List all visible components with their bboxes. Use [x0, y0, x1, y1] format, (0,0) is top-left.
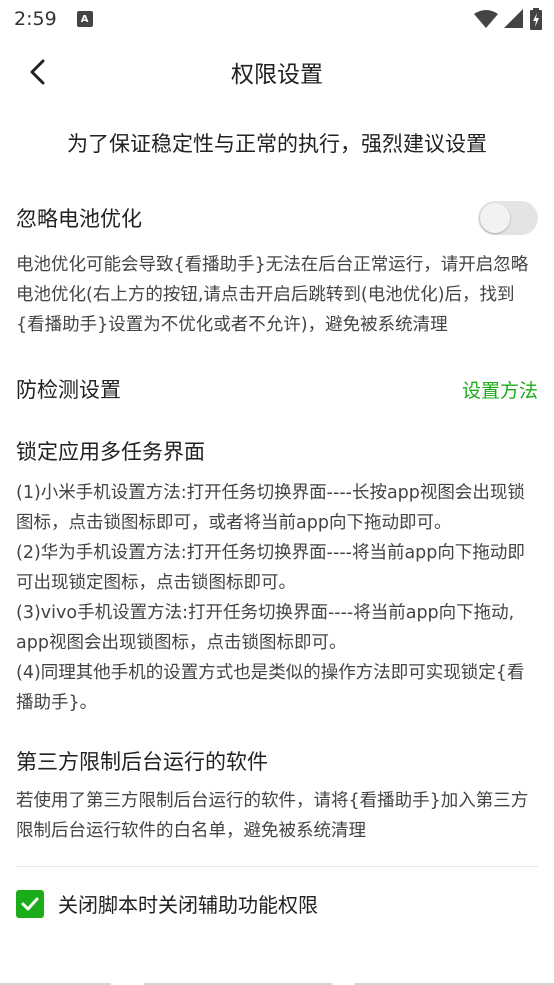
status-bar: 2:59 A — [0, 0, 554, 38]
lock-app-instructions: (1)小米手机设置方法:打开任务切换界面----长按app视图会出现锁图标，点击… — [16, 478, 538, 718]
lock-app-step: (2)华为手机设置方法:打开任务切换界面----将当前app向下拖动即可出现锁定… — [16, 543, 525, 593]
battery-optimization-description: 电池优化可能会导致{看播助手}无法在后台正常运行，请开启忽略电池优化(右上方的按… — [16, 255, 529, 335]
page-title: 权限设置 — [231, 62, 323, 88]
wifi-icon — [474, 10, 498, 28]
partially-visible-text — [0, 977, 554, 985]
battery-optimization-row: 忽略电池优化 — [16, 198, 538, 238]
settings-content: 为了保证稳定性与正常的执行，强烈建议设置 忽略电池优化 电池优化可能会导致{看播… — [16, 120, 538, 918]
notification-icon: A — [76, 11, 93, 27]
back-arrow-icon — [30, 59, 45, 85]
lock-app-row: 锁定应用多任务界面 — [16, 434, 538, 468]
checkmark-icon — [21, 897, 39, 910]
cellular-signal-icon — [504, 9, 523, 28]
toggle-knob — [480, 203, 510, 233]
lock-app-title: 锁定应用多任务界面 — [16, 440, 205, 464]
close-accessibility-option[interactable]: 关闭脚本时关闭辅助功能权限 — [16, 889, 538, 918]
divider — [16, 866, 538, 867]
headline-text: 为了保证稳定性与正常的执行，强烈建议设置 — [67, 132, 487, 156]
close-accessibility-checkbox[interactable] — [16, 889, 44, 918]
anti-detect-title: 防检测设置 — [16, 378, 121, 402]
battery-optimization-title: 忽略电池优化 — [16, 207, 142, 231]
third-party-title: 第三方限制后台运行的软件 — [16, 750, 268, 774]
battery-charging-icon — [530, 8, 542, 30]
back-button[interactable] — [18, 52, 58, 92]
status-time: 2:59 — [14, 8, 57, 30]
close-accessibility-label: 关闭脚本时关闭辅助功能权限 — [58, 893, 318, 917]
battery-optimization-toggle[interactable] — [478, 201, 538, 235]
anti-detect-row: 防检测设置 设置方法 — [16, 374, 538, 404]
app-bar: 权限设置 — [0, 42, 554, 102]
setup-method-link[interactable]: 设置方法 — [462, 376, 538, 403]
lock-app-step: (4)同理其他手机的设置方式也是类似的操作方法即可实现锁定{看播助手}。 — [16, 663, 525, 713]
third-party-row: 第三方限制后台运行的软件 — [16, 744, 538, 778]
status-icons — [474, 8, 542, 30]
lock-app-step: (1)小米手机设置方法:打开任务切换界面----长按app视图会出现锁图标，点击… — [16, 483, 525, 533]
third-party-description: 若使用了第三方限制后台运行的软件，请将{看播助手}加入第三方限制后台运行软件的白… — [16, 791, 529, 841]
lock-app-step: (3)vivo手机设置方法:打开任务切换界面----将当前app向下拖动, ap… — [16, 603, 515, 653]
